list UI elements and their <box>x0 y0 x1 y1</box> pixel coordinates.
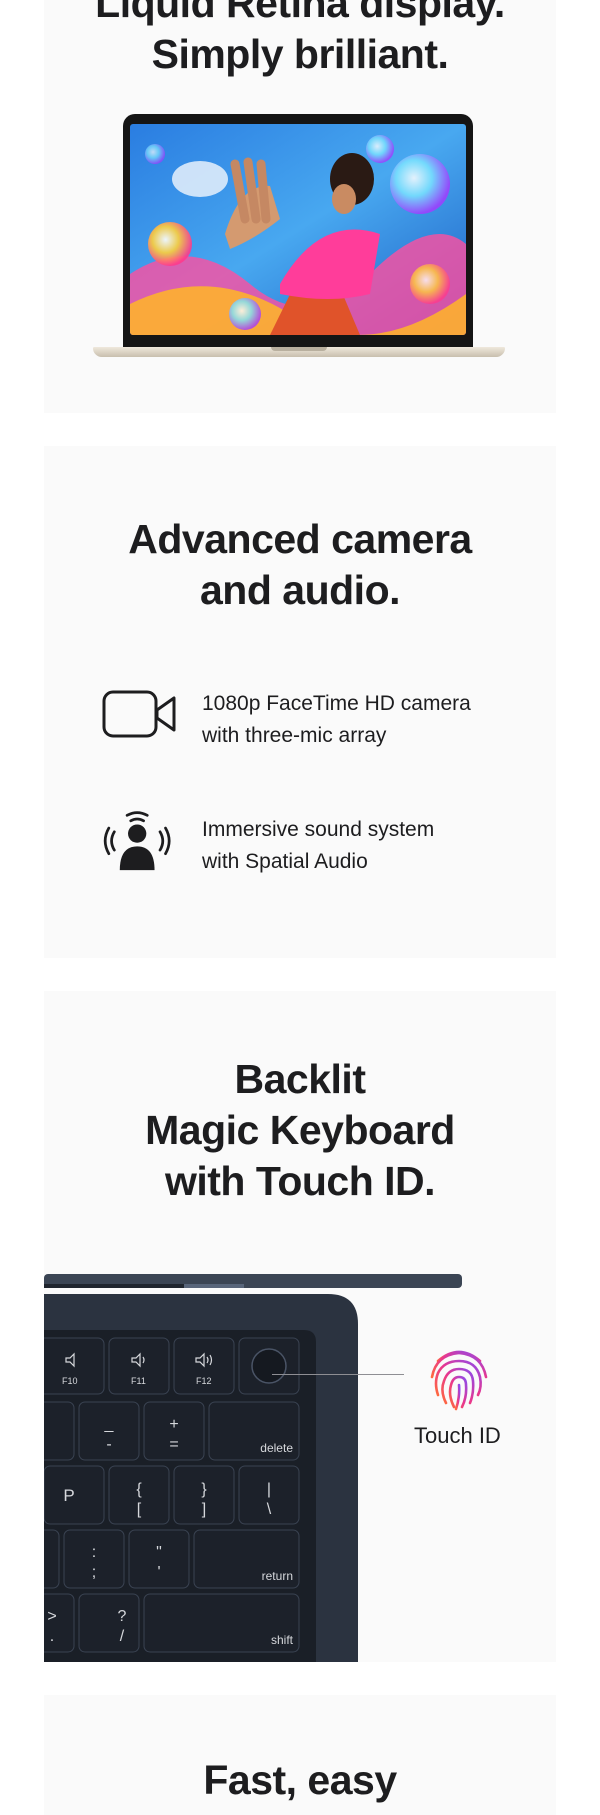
svg-text:-: - <box>106 1436 111 1453</box>
camera-audio-headline: Advanced camera and audio. <box>128 516 472 613</box>
key-delete-label: delete <box>260 1441 293 1455</box>
key-shift-label: shift <box>271 1633 294 1647</box>
audio-feature: Immersive sound system with Spatial Audi… <box>100 808 520 873</box>
touch-id-label: Touch ID <box>414 1423 501 1448</box>
svg-text:\: \ <box>267 1501 272 1518</box>
svg-text:>: > <box>47 1608 56 1625</box>
keyboard-feature-card: Backlit Magic Keyboard with Touch ID. F1… <box>44 991 556 1662</box>
keyboard-headline: Backlit Magic Keyboard with Touch ID. <box>145 1056 455 1204</box>
camera-audio-feature-card: Advanced camera and audio. 1080p FaceTim… <box>44 446 556 958</box>
touch-id-callout-line <box>272 1374 404 1375</box>
svg-text:[: [ <box>137 1501 142 1518</box>
svg-text:?: ? <box>118 1608 127 1625</box>
macbook-air-display-image <box>93 110 505 362</box>
svg-text::: : <box>92 1544 96 1561</box>
svg-text:|: | <box>267 1481 271 1498</box>
keyboard-illustration: F10 F11 F12 _ - + = { [ } ] | \ : ; " ' … <box>44 1274 462 1662</box>
key-f10-label: F10 <box>62 1376 78 1386</box>
camera-feature-text: 1080p FaceTime HD camera with three-mic … <box>202 692 471 747</box>
touch-id-key <box>251 1348 287 1384</box>
screen-artwork-illustration <box>130 124 466 335</box>
key-p-label: P <box>63 1486 74 1505</box>
laptop-base-notch <box>271 347 327 351</box>
keyboard-closeup-image: F10 F11 F12 _ - + = { [ } ] | \ : ; " ' … <box>44 1274 464 1662</box>
svg-text:/: / <box>120 1628 125 1645</box>
audio-feature-text: Immersive sound system with Spatial Audi… <box>202 818 435 873</box>
svg-text:": " <box>156 1544 162 1561</box>
svg-text:_: _ <box>104 1416 115 1433</box>
next-feature-card: Fast, easy <box>44 1695 556 1815</box>
camera-feature: 1080p FaceTime HD camera with three-mic … <box>100 682 520 747</box>
key-f12-label: F12 <box>196 1376 212 1386</box>
svg-text:.: . <box>50 1628 54 1645</box>
svg-text:}: } <box>201 1481 207 1498</box>
svg-text:=: = <box>169 1436 178 1453</box>
fingerprint-icon <box>430 1350 488 1411</box>
spatial-audio-icon <box>103 811 171 871</box>
svg-text:;: ; <box>92 1564 96 1581</box>
laptop-lid <box>123 114 473 349</box>
key-return-label: return <box>262 1569 293 1583</box>
video-camera-icon <box>102 690 176 738</box>
svg-text:+: + <box>169 1416 178 1433</box>
svg-text:': ' <box>157 1564 160 1581</box>
laptop-screen-artwork <box>130 124 466 335</box>
display-headline: Liquid Retina display. Simply brilliant. <box>95 0 505 77</box>
svg-text:{: { <box>136 1481 142 1498</box>
display-feature-card: Liquid Retina display. Simply brilliant. <box>44 0 556 413</box>
svg-text:]: ] <box>202 1501 206 1518</box>
key-f11-label: F11 <box>131 1376 146 1386</box>
